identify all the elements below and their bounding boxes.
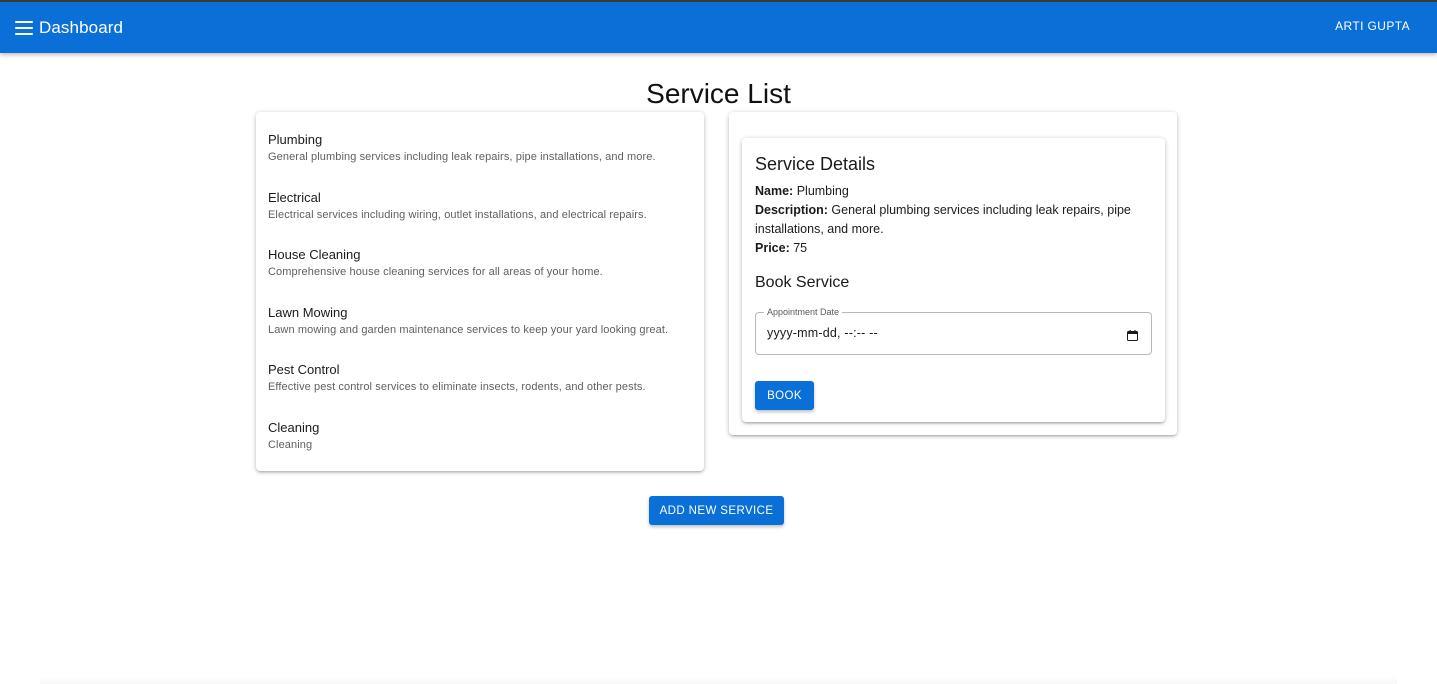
service-description: Cleaning xyxy=(268,438,313,451)
user-menu-button[interactable]: ARTI GUPTA xyxy=(1335,19,1410,33)
footer-divider xyxy=(40,676,1397,684)
service-name: Electrical xyxy=(268,189,321,205)
detail-name-label: Name: xyxy=(755,184,794,198)
detail-name: Name: Plumbing xyxy=(755,182,1152,201)
service-description: Comprehensive house cleaning services fo… xyxy=(268,266,603,279)
service-list: Plumbing General plumbing services inclu… xyxy=(256,112,704,468)
service-details-card: Service Details Name: Plumbing Descripti… xyxy=(742,138,1165,422)
service-item-electrical[interactable]: Electrical Electrical services including… xyxy=(256,180,704,238)
appointment-date-input[interactable]: yyyy-mm-dd, --:-- -- xyxy=(767,326,878,340)
menu-icon[interactable] xyxy=(15,20,33,35)
service-item-pest-control[interactable]: Pest Control Effective pest control serv… xyxy=(256,352,704,410)
detail-name-value: Plumbing xyxy=(796,184,849,198)
page-title: Service List xyxy=(646,78,791,109)
service-name: Lawn Mowing xyxy=(268,304,348,320)
service-item-house-cleaning[interactable]: House Cleaning Comprehensive house clean… xyxy=(256,237,704,295)
service-item-cleaning[interactable]: Cleaning Cleaning xyxy=(256,410,704,468)
service-name: Pest Control xyxy=(268,362,340,378)
service-item-lawn-mowing[interactable]: Lawn Mowing Lawn mowing and garden maint… xyxy=(256,295,704,353)
service-details-heading: Service Details xyxy=(755,154,876,174)
detail-price-value: 75 xyxy=(793,241,808,255)
service-name: Plumbing xyxy=(268,132,323,147)
app-bar: Dashboard ARTI GUPTA xyxy=(0,0,1437,53)
detail-price: Price: 75 xyxy=(755,239,1152,258)
service-description: Electrical services including wiring, ou… xyxy=(268,208,647,221)
add-new-service-button[interactable]: Add New Service xyxy=(649,496,784,525)
appointment-date-field[interactable]: Appointment Date yyyy-mm-dd, --:-- -- xyxy=(755,306,1152,355)
detail-description-label: Description: xyxy=(755,203,828,217)
service-list-card: Plumbing General plumbing services inclu… xyxy=(256,112,704,471)
service-details-panel: Service Details Name: Plumbing Descripti… xyxy=(729,112,1177,435)
detail-price-label: Price: xyxy=(755,241,790,255)
service-name: House Cleaning xyxy=(268,247,361,263)
book-service-heading: Book Service xyxy=(755,274,850,291)
app-title: Dashboard xyxy=(39,17,124,37)
detail-description: Description: General plumbing services i… xyxy=(755,201,1152,239)
service-description: Lawn mowing and garden maintenance servi… xyxy=(268,323,669,336)
appointment-date-label: Appointment Date xyxy=(764,306,843,318)
service-item-plumbing[interactable]: Plumbing General plumbing services inclu… xyxy=(256,122,704,180)
calendar-icon[interactable] xyxy=(1127,328,1138,341)
service-description: General plumbing services including leak… xyxy=(268,151,656,163)
service-description: Effective pest control services to elimi… xyxy=(268,381,646,394)
book-button[interactable]: Book xyxy=(755,381,814,410)
service-name: Cleaning xyxy=(268,419,320,435)
